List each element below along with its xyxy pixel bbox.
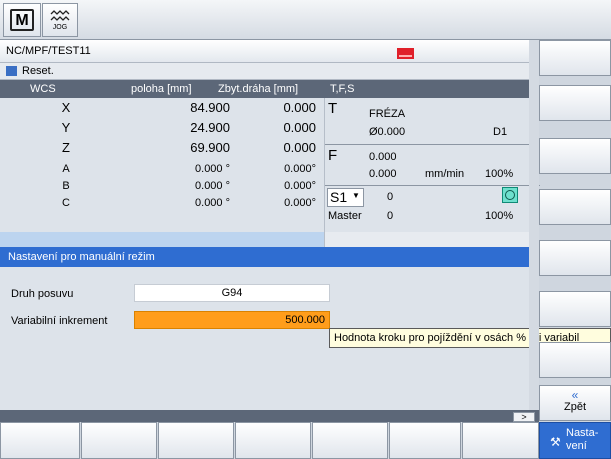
axis-position: 84.900	[190, 100, 230, 115]
vertical-softkey-5[interactable]	[539, 240, 611, 276]
feed-override: 100%	[485, 168, 514, 180]
double-chevron-left-icon: «	[571, 388, 579, 402]
settings-tool-icon: ⚒	[550, 435, 561, 449]
tool-name: FRÉZA	[369, 108, 406, 120]
machine-area-button[interactable]: M	[3, 3, 41, 37]
settings-softkey-label-1: Nasta-	[566, 427, 599, 439]
vertical-softkey-1[interactable]	[539, 40, 611, 76]
horizontal-softkey-2[interactable]	[81, 422, 157, 459]
tfs-panel: T FRÉZA Ø0.000 D1 F 0.000 0.000 mm/min 1…	[324, 98, 540, 232]
master-value: 0	[387, 210, 394, 222]
spindle-value: 0	[387, 191, 394, 203]
axis-position: 0.000 °	[195, 197, 230, 209]
back-label: Zpět	[563, 401, 586, 413]
axis-name: B	[62, 180, 70, 192]
tfs-header: T,F,S	[324, 80, 539, 98]
bottom-status-strip	[0, 410, 539, 422]
settings-softkey-label-2: vení	[566, 440, 587, 452]
t-label: T	[328, 100, 338, 117]
feed-type-label: Druh posuvu	[11, 288, 74, 300]
jog-mode-button[interactable]: JOG	[42, 3, 78, 37]
spindle-select-value: S1	[330, 189, 348, 205]
feed-actual: 0.000	[369, 168, 397, 180]
feed-type-field[interactable]: G94	[134, 284, 330, 302]
program-path: NC/MPF/TEST11	[6, 45, 91, 57]
axis-name: Z	[62, 140, 70, 155]
back-button[interactable]: « Zpět	[539, 385, 611, 421]
axis-row-x: X 84.900 0.000	[0, 100, 324, 119]
axis-name: Y	[61, 120, 71, 135]
tfs-footer	[324, 232, 539, 247]
position-header: poloha [mm]	[131, 83, 192, 95]
master-label: Master	[328, 210, 362, 222]
feed-unit: mm/min	[425, 168, 465, 180]
axis-name: C	[62, 197, 70, 209]
vertical-softkey-3[interactable]	[539, 138, 611, 174]
channel-status-bar: Reset.	[0, 63, 539, 80]
horizontal-softkey-5[interactable]	[312, 422, 388, 459]
vertical-strip	[529, 40, 539, 410]
settings-title: Nastavení pro manuální režim	[8, 251, 155, 263]
wcs-footer	[0, 232, 324, 247]
wcs-header: WCS poloha [mm] Zbyt.dráha [mm]	[0, 80, 324, 98]
axis-remaining: 0.000	[283, 140, 316, 155]
m-icon: M	[10, 9, 34, 31]
vertical-softkey-4[interactable]	[539, 189, 611, 225]
tool-d-number: D1	[493, 126, 508, 138]
horizontal-softkey-6[interactable]	[389, 422, 461, 459]
program-path-bar: NC/MPF/TEST11	[0, 40, 539, 63]
vertical-softkey-6[interactable]	[539, 291, 611, 327]
spindle-stop-icon	[502, 187, 518, 203]
reset-status: Reset.	[22, 65, 54, 77]
axis-row-c: C 0.000 ° 0.000°	[0, 197, 324, 216]
reset-flag-icon	[6, 66, 17, 76]
increment-input[interactable]: 500.000	[134, 311, 330, 329]
horizontal-softkey-7[interactable]	[462, 422, 539, 459]
axis-remaining: 0.000	[283, 120, 316, 135]
jog-wave-icon	[50, 9, 70, 21]
top-bar	[0, 0, 611, 40]
axis-name: A	[62, 163, 70, 175]
remaining-header: Zbyt.dráha [mm]	[218, 83, 299, 95]
axis-position: 0.000 °	[195, 180, 230, 192]
vertical-softkey-2[interactable]	[539, 85, 611, 121]
tool-diameter: Ø0.000	[369, 126, 406, 138]
axis-remaining: 0.000°	[284, 197, 316, 209]
axis-position: 24.900	[190, 120, 230, 135]
horizontal-softkey-4[interactable]	[235, 422, 311, 459]
axis-row-z: Z 69.900 0.000	[0, 140, 324, 159]
spindle-select[interactable]: S1 ▼	[327, 188, 364, 207]
divider	[325, 144, 540, 145]
horizontal-softkey-1[interactable]	[0, 422, 80, 459]
axis-remaining: 0.000	[283, 100, 316, 115]
axis-position: 0.000 °	[195, 163, 230, 175]
chevron-down-icon: ▼	[352, 191, 360, 200]
axis-position: 69.900	[190, 140, 230, 155]
feed-value: 0.000	[369, 151, 397, 163]
settings-header: Nastavení pro manuální režim	[0, 247, 539, 267]
divider	[325, 185, 540, 186]
settings-softkey[interactable]: ⚒ Nasta- vení	[539, 422, 611, 459]
tfs-header-label: T,F,S	[330, 83, 355, 95]
horizontal-softkey-3[interactable]	[158, 422, 234, 459]
spindle-override: 100%	[485, 210, 514, 222]
vertical-softkey-7[interactable]	[539, 342, 611, 378]
f-label: F	[328, 147, 338, 164]
scroll-right-button[interactable]: >	[513, 412, 535, 422]
increment-label: Variabilní inkrement	[11, 315, 108, 327]
axis-name: X	[61, 100, 71, 115]
axis-row-y: Y 24.900 0.000	[0, 120, 324, 139]
axis-remaining: 0.000°	[284, 180, 316, 192]
jog-label: JOG	[52, 23, 68, 31]
alarm-flag-icon	[397, 48, 414, 59]
wcs-header-label: WCS	[30, 83, 56, 95]
axis-remaining: 0.000°	[284, 163, 316, 175]
